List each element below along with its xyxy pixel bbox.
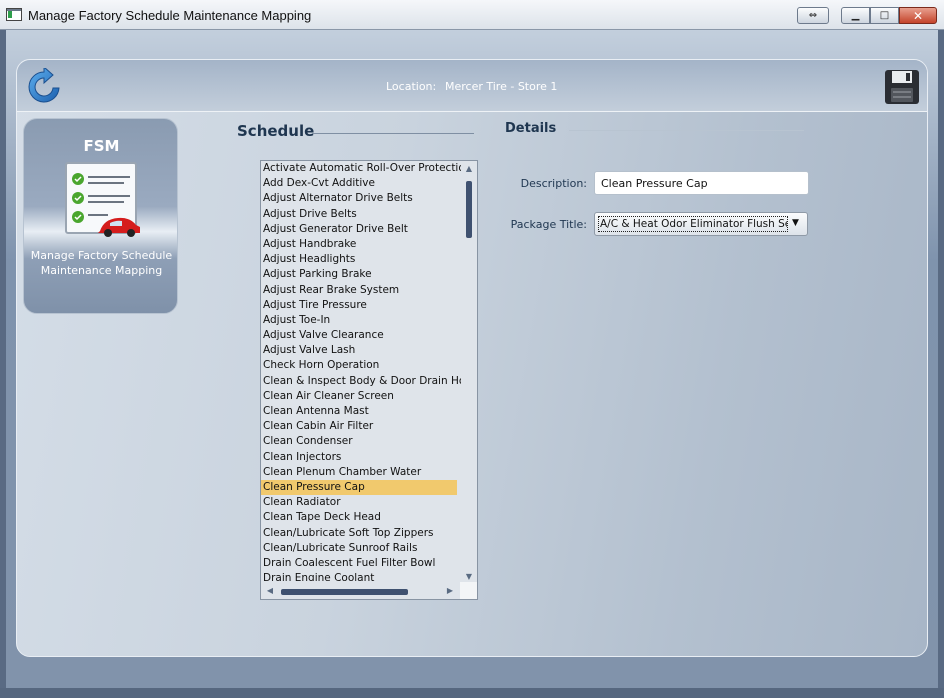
refresh-icon[interactable]: [25, 68, 63, 106]
list-item[interactable]: Clean/Lubricate Sunroof Rails: [261, 541, 461, 556]
list-item[interactable]: Clean/Lubricate Soft Top Zippers: [261, 526, 461, 541]
minimize-button[interactable]: ▁: [841, 7, 870, 24]
header-band: Location: Mercer Tire - Store 1: [17, 60, 927, 112]
list-item[interactable]: Clean & Inspect Body & Door Drain Holes: [261, 374, 461, 389]
list-item[interactable]: Adjust Valve Clearance: [261, 328, 461, 343]
window-bottom-frame: [0, 688, 944, 698]
checklist-car-icon: [65, 162, 140, 237]
main-panel: Location: Mercer Tire - Store 1 FSM Mana…: [16, 59, 928, 657]
location-value: Mercer Tire - Store 1: [445, 80, 558, 93]
list-item[interactable]: Adjust Alternator Drive Belts: [261, 191, 461, 206]
scroll-right-icon[interactable]: ▶: [445, 586, 455, 596]
close-button[interactable]: ✕: [899, 7, 937, 24]
scroll-up-icon[interactable]: ▲: [464, 164, 474, 174]
schedule-divider: [313, 133, 474, 134]
list-item[interactable]: Adjust Headlights: [261, 252, 461, 267]
window-title: Manage Factory Schedule Maintenance Mapp…: [28, 8, 312, 23]
list-item[interactable]: Adjust Generator Drive Belt: [261, 222, 461, 237]
list-item[interactable]: Adjust Rear Brake System: [261, 283, 461, 298]
scroll-corner: [460, 582, 477, 599]
scroll-down-icon[interactable]: ▼: [464, 572, 474, 582]
list-item[interactable]: Adjust Parking Brake: [261, 267, 461, 282]
list-item[interactable]: Clean Antenna Mast: [261, 404, 461, 419]
schedule-title: Schedule: [237, 122, 315, 140]
list-item[interactable]: Adjust Valve Lash: [261, 343, 461, 358]
list-item[interactable]: Activate Automatic Roll-Over Protection: [261, 161, 461, 176]
list-item[interactable]: Clean Condenser: [261, 434, 461, 449]
chevron-down-icon[interactable]: ▼: [792, 218, 799, 228]
list-item[interactable]: Clean Injectors: [261, 450, 461, 465]
list-item[interactable]: Clean Plenum Chamber Water: [261, 465, 461, 480]
description-field[interactable]: [594, 171, 809, 195]
details-title: Details: [505, 121, 557, 136]
fsm-title: FSM: [83, 137, 120, 155]
save-icon[interactable]: [883, 68, 921, 106]
description-label: Description:: [520, 177, 587, 190]
fsm-module-card[interactable]: FSM Manage Factory Schedule Maintenance …: [23, 118, 178, 314]
details-divider: [569, 130, 804, 131]
app-icon: [6, 8, 22, 21]
list-item[interactable]: Drain Coalescent Fuel Filter Bowl: [261, 556, 461, 571]
scroll-left-icon[interactable]: ◀: [265, 586, 275, 596]
list-item[interactable]: Adjust Tire Pressure: [261, 298, 461, 313]
horizontal-scroll-thumb[interactable]: [281, 589, 408, 595]
list-item[interactable]: Adjust Toe-In: [261, 313, 461, 328]
swap-window-button[interactable]: ⇔: [797, 7, 829, 24]
window-titlebar: Manage Factory Schedule Maintenance Mapp…: [0, 0, 944, 30]
fsm-caption: Manage Factory Schedule Maintenance Mapp…: [30, 249, 173, 277]
list-item[interactable]: Clean Air Cleaner Screen: [261, 389, 461, 404]
maximize-button[interactable]: □: [870, 7, 899, 24]
package-title-select[interactable]: A/C & Heat Odor Eliminator Flush Service…: [594, 212, 808, 236]
schedule-listbox[interactable]: Activate Automatic Roll-Over Protection A…: [260, 160, 478, 600]
list-item[interactable]: Clean Pressure Cap: [261, 479, 457, 496]
list-item[interactable]: Adjust Handbrake: [261, 237, 461, 252]
list-item[interactable]: Adjust Drive Belts: [261, 207, 461, 222]
horizontal-scrollbar[interactable]: ◀ ▶: [261, 583, 461, 599]
list-item[interactable]: Clean Tape Deck Head: [261, 510, 461, 525]
list-item[interactable]: Check Horn Operation: [261, 358, 461, 373]
list-item[interactable]: Clean Radiator: [261, 495, 461, 510]
package-title-label: Package Title:: [510, 218, 587, 231]
list-item[interactable]: Add Dex-Cvt Additive: [261, 176, 461, 191]
schedule-list-items[interactable]: Activate Automatic Roll-Over Protection A…: [261, 161, 461, 581]
location-label: Location:: [386, 80, 437, 93]
package-title-value: A/C & Heat Odor Eliminator Flush Service: [598, 216, 788, 232]
list-item[interactable]: Clean Cabin Air Filter: [261, 419, 461, 434]
list-item[interactable]: Drain Engine Coolant: [261, 571, 461, 581]
